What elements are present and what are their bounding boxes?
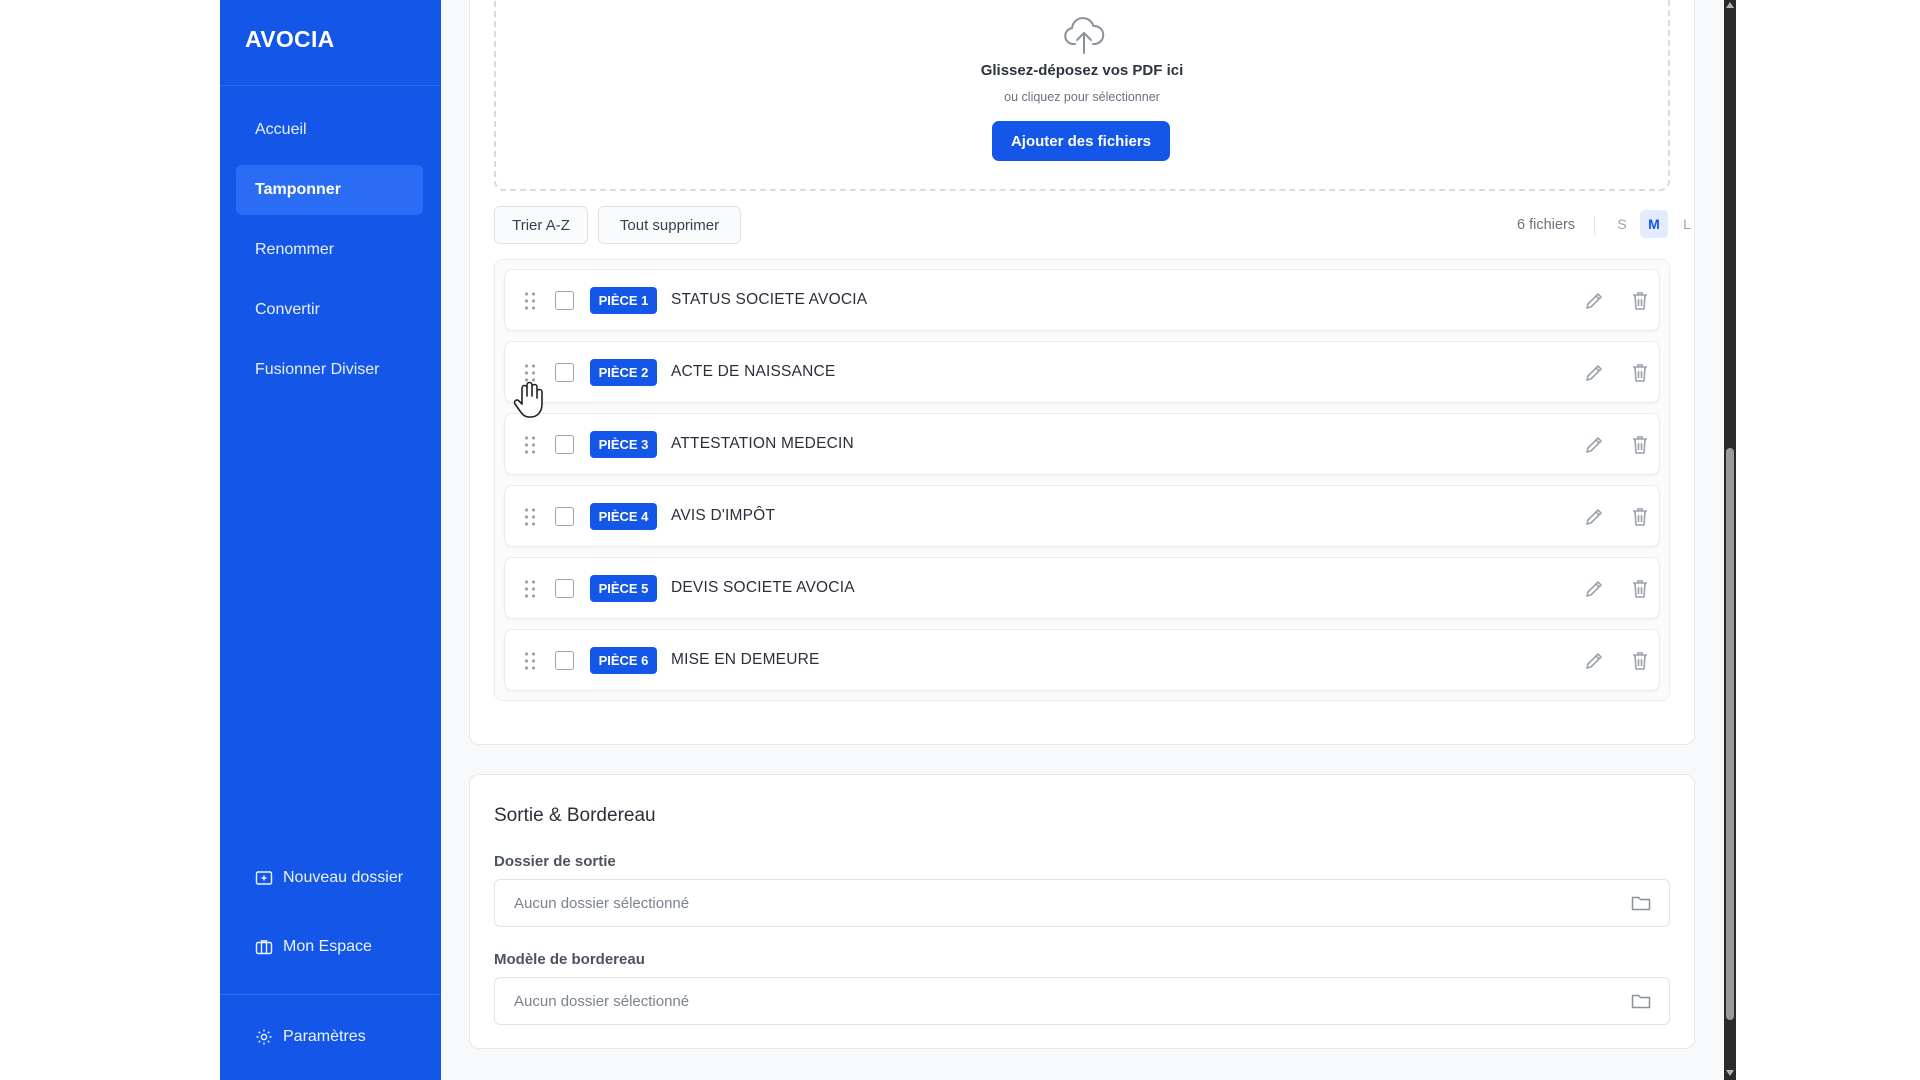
- cloud-upload-icon: [1064, 17, 1105, 54]
- trash-icon[interactable]: [1630, 362, 1650, 384]
- briefcase-icon: [255, 940, 273, 955]
- file-checkbox[interactable]: [555, 363, 574, 382]
- size-separator: [1594, 217, 1595, 235]
- output-folder-label: Dossier de sortie: [494, 853, 616, 870]
- output-folder-field[interactable]: Aucun dossier sélectionné: [494, 879, 1670, 927]
- files-count: 6 fichiers: [1517, 217, 1576, 233]
- file-checkbox[interactable]: [555, 507, 574, 526]
- output-card: Sortie & Bordereau Dossier de sortie Auc…: [469, 774, 1695, 1049]
- folder-plus-icon: [255, 871, 273, 885]
- scrollbar[interactable]: [1724, 0, 1736, 1080]
- file-name: MISE EN DEMEURE: [671, 651, 820, 668]
- piece-badge: PIÈCE 1: [590, 287, 657, 314]
- template-placeholder: Aucun dossier sélectionné: [514, 993, 690, 1010]
- file-row[interactable]: PIÈCE 4 AVIS D'IMPÔT: [504, 485, 1660, 547]
- pencil-icon[interactable]: [1583, 362, 1605, 384]
- brand-divider: [220, 85, 441, 86]
- new-folder-label: Nouveau dossier: [283, 869, 404, 886]
- brand-logo: AVOCIA: [245, 26, 335, 52]
- size-option-l[interactable]: L: [1673, 210, 1701, 238]
- file-name: ACTE DE NAISSANCE: [671, 363, 836, 380]
- drag-handle-icon[interactable]: [523, 507, 537, 527]
- file-row[interactable]: PIÈCE 5 DEVIS SOCIETE AVOCIA: [504, 557, 1660, 619]
- file-checkbox[interactable]: [555, 291, 574, 310]
- template-label: Modèle de bordereau: [494, 951, 645, 968]
- upload-card: Glissez-déposez vos PDF ici ou cliquez p…: [469, 0, 1695, 745]
- sidebar-item-fusionner-diviser[interactable]: Fusionner Diviser: [236, 345, 423, 395]
- file-row[interactable]: PIÈCE 1 STATUS SOCIETE AVOCIA: [504, 269, 1660, 331]
- drag-handle-icon[interactable]: [523, 579, 537, 599]
- sidebar: AVOCIA Accueil Tamponner Renommer Conver…: [220, 0, 441, 1080]
- dropzone-title: Glissez-déposez vos PDF ici: [980, 62, 1184, 79]
- settings-label: Paramètres: [283, 1028, 366, 1045]
- sidebar-item-accueil[interactable]: Accueil: [236, 105, 423, 155]
- trash-icon[interactable]: [1630, 578, 1650, 600]
- output-folder-placeholder: Aucun dossier sélectionné: [514, 895, 690, 912]
- app-window: AVOCIA Accueil Tamponner Renommer Conver…: [0, 0, 1920, 1080]
- scroll-up-arrow-icon[interactable]: [1726, 2, 1734, 8]
- file-name: AVIS D'IMPÔT: [671, 507, 776, 524]
- sidebar-item-label: Accueil: [255, 121, 307, 138]
- file-checkbox[interactable]: [555, 651, 574, 670]
- pencil-icon[interactable]: [1583, 578, 1605, 600]
- sidebar-item-label: Convertir: [255, 301, 320, 318]
- file-row[interactable]: PIÈCE 6 MISE EN DEMEURE: [504, 629, 1660, 691]
- size-option-s[interactable]: S: [1608, 210, 1636, 238]
- sidebar-item-label: Tamponner: [255, 181, 341, 198]
- piece-badge: PIÈCE 5: [590, 575, 657, 602]
- file-name: STATUS SOCIETE AVOCIA: [671, 291, 868, 308]
- size-option-m[interactable]: M: [1640, 210, 1668, 238]
- file-checkbox[interactable]: [555, 579, 574, 598]
- trash-icon[interactable]: [1630, 506, 1650, 528]
- drag-handle-icon[interactable]: [523, 435, 537, 455]
- folder-icon[interactable]: [1631, 992, 1651, 1010]
- piece-badge: PIÈCE 3: [590, 431, 657, 458]
- grab-cursor-icon: [513, 381, 543, 418]
- drag-handle-icon[interactable]: [523, 651, 537, 671]
- pencil-icon[interactable]: [1583, 506, 1605, 528]
- piece-badge: PIÈCE 2: [590, 359, 657, 386]
- scrollbar-thumb[interactable]: [1726, 448, 1734, 1020]
- main-content: Glissez-déposez vos PDF ici ou cliquez p…: [441, 0, 1724, 1080]
- output-section-title: Sortie & Bordereau: [494, 805, 656, 826]
- drag-handle-icon[interactable]: [523, 291, 537, 311]
- trash-icon[interactable]: [1630, 290, 1650, 312]
- trash-icon[interactable]: [1630, 650, 1650, 672]
- my-space-label: Mon Espace: [283, 938, 372, 955]
- gear-icon: [256, 1029, 272, 1045]
- sidebar-item-convertir[interactable]: Convertir: [236, 285, 423, 335]
- file-name: ATTESTATION MEDECIN: [671, 435, 854, 452]
- pencil-icon[interactable]: [1583, 290, 1605, 312]
- folder-icon[interactable]: [1631, 894, 1651, 912]
- pdf-dropzone[interactable]: Glissez-déposez vos PDF ici ou cliquez p…: [494, 0, 1670, 191]
- my-space-button[interactable]: Mon Espace: [255, 938, 372, 956]
- pencil-icon[interactable]: [1583, 434, 1605, 456]
- file-list: PIÈCE 1 STATUS SOCIETE AVOCIA PIÈCE 2 AC…: [494, 259, 1670, 701]
- settings-button[interactable]: Paramètres: [255, 1028, 366, 1046]
- pencil-icon[interactable]: [1583, 650, 1605, 672]
- delete-all-button[interactable]: Tout supprimer: [598, 206, 741, 244]
- sidebar-item-label: Renommer: [255, 241, 335, 258]
- dropzone-subtitle: ou cliquez pour sélectionner: [1004, 90, 1160, 104]
- file-name: DEVIS SOCIETE AVOCIA: [671, 579, 855, 596]
- template-field[interactable]: Aucun dossier sélectionné: [494, 977, 1670, 1025]
- scroll-down-arrow-icon[interactable]: [1726, 1070, 1734, 1076]
- sidebar-item-tamponner[interactable]: Tamponner: [236, 165, 423, 215]
- file-row[interactable]: PIÈCE 3 ATTESTATION MEDECIN: [504, 413, 1660, 475]
- sort-az-button[interactable]: Trier A-Z: [494, 206, 588, 244]
- file-checkbox[interactable]: [555, 435, 574, 454]
- sidebar-divider: [220, 994, 441, 995]
- new-folder-button[interactable]: Nouveau dossier: [255, 869, 403, 887]
- trash-icon[interactable]: [1630, 434, 1650, 456]
- piece-badge: PIÈCE 6: [590, 647, 657, 674]
- piece-badge: PIÈCE 4: [590, 503, 657, 530]
- add-files-button[interactable]: Ajouter des fichiers: [992, 121, 1170, 161]
- file-row[interactable]: PIÈCE 2 ACTE DE NAISSANCE: [504, 341, 1660, 403]
- sidebar-item-renommer[interactable]: Renommer: [236, 225, 423, 275]
- sidebar-item-label: Fusionner Diviser: [255, 361, 380, 378]
